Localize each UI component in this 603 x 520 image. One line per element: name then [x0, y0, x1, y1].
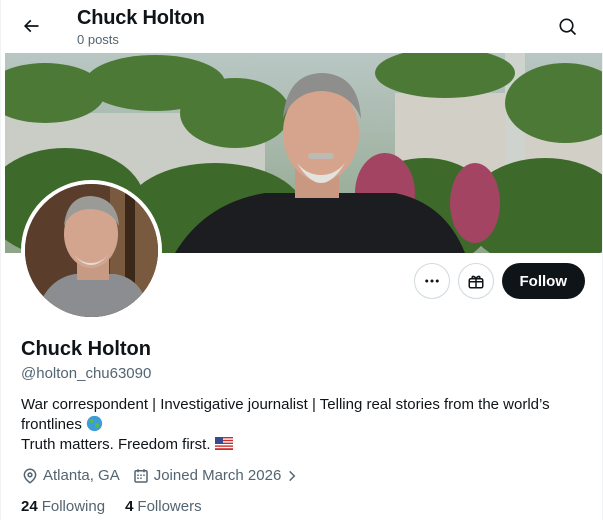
following-link[interactable]: 24 Following [21, 497, 105, 517]
more-button[interactable] [413, 263, 450, 299]
following-count: 24 [21, 498, 38, 515]
header-title-group: Chuck Holton 0 posts [77, 6, 205, 48]
bio-line-1: War correspondent | Investigative journa… [21, 396, 550, 413]
followers-link[interactable]: 4 Followers [125, 497, 202, 517]
gift-icon [468, 275, 483, 289]
profile-stats: 24 Following 4 Followers [21, 497, 222, 517]
following-label: Following [41, 498, 106, 515]
globe-emoji-icon [86, 415, 103, 432]
bio-line-2: frontlines [21, 416, 82, 433]
arrow-left-icon [23, 19, 39, 33]
chevron-right-icon [289, 470, 296, 482]
gift-button[interactable] [457, 263, 494, 299]
profile-bio: War correspondent | Investigative journa… [21, 395, 586, 455]
followers-label: Followers [137, 498, 202, 515]
calendar-icon [133, 469, 148, 483]
joined-text: Joined March 2026 [153, 467, 282, 484]
follow-button[interactable]: Follow [501, 263, 585, 299]
bio-line-3: Truth matters. Freedom first. [21, 436, 211, 453]
search-button[interactable] [550, 9, 586, 45]
search-icon [559, 18, 577, 36]
joined-item[interactable]: Joined March 2026 [132, 466, 304, 486]
profile-page: Chuck Holton 0 posts Follow Chuck Holton… [0, 0, 603, 520]
profile-name: Chuck Holton [21, 338, 151, 360]
location-item: Atlanta, GA [21, 466, 120, 486]
more-dots-icon [424, 279, 439, 283]
profile-meta: Atlanta, GA Joined March 2026 [21, 466, 315, 486]
back-button[interactable] [13, 8, 49, 44]
avatar[interactable] [21, 180, 162, 321]
followers-count: 4 [125, 498, 134, 515]
post-count: 0 posts [77, 32, 119, 47]
bio-line-3-wrap: Truth matters. Freedom first. [21, 435, 586, 455]
header-title: Chuck Holton [77, 7, 205, 29]
us-flag-emoji-icon [214, 437, 233, 450]
profile-handle: @holton_chu63090 [21, 365, 152, 382]
bio-line-2-wrap: frontlines [21, 415, 586, 435]
top-bar: Chuck Holton 0 posts [1, 0, 603, 53]
location-text: Atlanta, GA [43, 467, 120, 484]
location-pin-icon [23, 468, 37, 484]
profile-actions: Follow [413, 263, 585, 299]
